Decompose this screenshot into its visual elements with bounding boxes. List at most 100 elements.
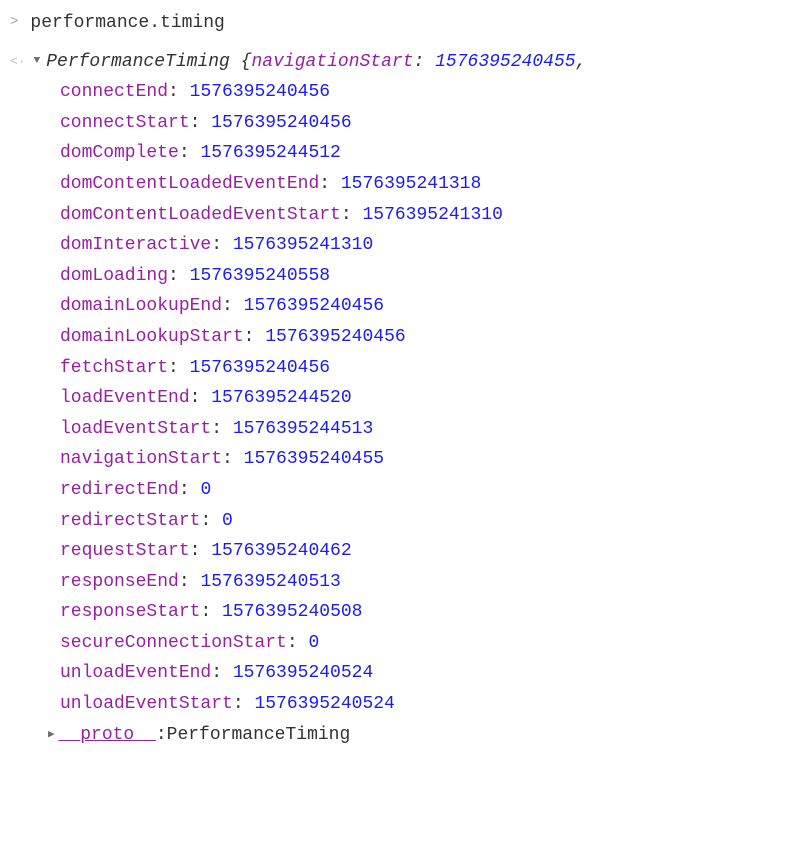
colon: : [222, 296, 244, 316]
property-key: domContentLoadedEventEnd [60, 174, 319, 194]
property-row[interactable]: domInteractive: 1576395241310 [60, 230, 798, 261]
colon: : [168, 266, 190, 286]
property-key: connectEnd [60, 82, 168, 102]
colon: : [168, 358, 190, 378]
property-row[interactable]: unloadEventEnd: 1576395240524 [60, 658, 798, 689]
property-value: 1576395244513 [233, 419, 373, 439]
property-value: 0 [308, 633, 319, 653]
colon: : [179, 143, 201, 163]
property-row[interactable]: unloadEventStart: 1576395240524 [60, 689, 798, 720]
property-key: unloadEventEnd [60, 663, 211, 683]
property-row[interactable]: domLoading: 1576395240558 [60, 261, 798, 292]
property-value: 0 [222, 511, 233, 531]
property-row[interactable]: domComplete: 1576395244512 [60, 138, 798, 169]
colon: : [200, 511, 222, 531]
property-row[interactable]: responseEnd: 1576395240513 [60, 567, 798, 598]
colon: : [190, 113, 212, 133]
proto-value: PerformanceTiming [167, 720, 351, 751]
property-key: loadEventEnd [60, 388, 190, 408]
proto-key: __proto__ [59, 720, 156, 751]
property-key: domInteractive [60, 235, 211, 255]
property-value: 1576395240558 [190, 266, 330, 286]
colon: : [190, 541, 212, 561]
property-value: 1576395240513 [200, 572, 340, 592]
colon: : [190, 388, 212, 408]
colon: : [319, 174, 341, 194]
property-value: 1576395240456 [190, 82, 330, 102]
property-row[interactable]: redirectStart: 0 [60, 506, 798, 537]
property-row[interactable]: redirectEnd: 0 [60, 475, 798, 506]
colon: : [211, 663, 233, 683]
property-key: navigationStart [60, 449, 222, 469]
property-key: domainLookupStart [60, 327, 244, 347]
property-value: 1576395240508 [222, 602, 362, 622]
property-key: connectStart [60, 113, 190, 133]
property-value: 0 [200, 480, 211, 500]
property-row[interactable]: domainLookupEnd: 1576395240456 [60, 291, 798, 322]
proto-expand-icon[interactable]: ▶ [48, 726, 55, 745]
property-value: 1576395240456 [190, 358, 330, 378]
colon: : [179, 480, 201, 500]
property-row[interactable]: navigationStart: 1576395240455 [60, 444, 798, 475]
colon: : [211, 235, 233, 255]
property-row[interactable]: loadEventEnd: 1576395244520 [60, 383, 798, 414]
property-value: 1576395240524 [254, 694, 394, 714]
preview-value: 1576395240455 [435, 52, 575, 72]
colon: : [341, 205, 363, 225]
property-key: responseStart [60, 602, 200, 622]
property-key: fetchStart [60, 358, 168, 378]
property-row[interactable]: domContentLoadedEventEnd: 1576395241318 [60, 169, 798, 200]
property-key: secureConnectionStart [60, 633, 287, 653]
preview-key: navigationStart [251, 52, 413, 72]
colon: : [287, 633, 309, 653]
property-value: 1576395241318 [341, 174, 481, 194]
brace-open: { [241, 52, 252, 72]
object-properties: connectEnd: 1576395240456connectStart: 1… [60, 77, 798, 719]
property-row[interactable]: responseStart: 1576395240508 [60, 597, 798, 628]
property-row[interactable]: connectEnd: 1576395240456 [60, 77, 798, 108]
property-key: redirectEnd [60, 480, 179, 500]
object-type-name: PerformanceTiming [46, 52, 230, 72]
colon: : [211, 419, 233, 439]
property-value: 1576395244520 [211, 388, 351, 408]
property-value: 1576395241310 [233, 235, 373, 255]
colon: : [179, 572, 201, 592]
colon: : [244, 327, 266, 347]
property-value: 1576395244512 [200, 143, 340, 163]
property-key: domComplete [60, 143, 179, 163]
output-return-icon: <· [10, 51, 26, 73]
object-header[interactable]: PerformanceTiming {navigationStart: 1576… [46, 47, 586, 78]
property-key: redirectStart [60, 511, 200, 531]
console-input-line: > performance.timing [10, 8, 798, 39]
property-value: 1576395240456 [265, 327, 405, 347]
expand-toggle-icon[interactable]: ▼ [34, 52, 41, 71]
colon: : [200, 602, 222, 622]
property-key: unloadEventStart [60, 694, 233, 714]
proto-row[interactable]: ▶ __proto__: PerformanceTiming [48, 720, 798, 751]
colon: : [233, 694, 255, 714]
colon: : [168, 82, 190, 102]
property-key: requestStart [60, 541, 190, 561]
property-value: 1576395240456 [211, 113, 351, 133]
property-value: 1576395240456 [244, 296, 384, 316]
property-key: domainLookupEnd [60, 296, 222, 316]
colon: : [222, 449, 244, 469]
property-value: 1576395240524 [233, 663, 373, 683]
property-row[interactable]: domainLookupStart: 1576395240456 [60, 322, 798, 353]
property-key: responseEnd [60, 572, 179, 592]
property-row[interactable]: loadEventStart: 1576395244513 [60, 414, 798, 445]
property-value: 1576395240462 [211, 541, 351, 561]
property-value: 1576395241310 [362, 205, 502, 225]
property-key: loadEventStart [60, 419, 211, 439]
property-key: domLoading [60, 266, 168, 286]
property-row[interactable]: fetchStart: 1576395240456 [60, 353, 798, 384]
property-row[interactable]: domContentLoadedEventStart: 157639524131… [60, 200, 798, 231]
console-output-line: <· ▼ PerformanceTiming {navigationStart:… [10, 47, 798, 78]
input-prompt-icon: > [10, 11, 18, 35]
property-row[interactable]: connectStart: 1576395240456 [60, 108, 798, 139]
property-key: domContentLoadedEventStart [60, 205, 341, 225]
property-row[interactable]: secureConnectionStart: 0 [60, 628, 798, 659]
property-row[interactable]: requestStart: 1576395240462 [60, 536, 798, 567]
property-value: 1576395240455 [244, 449, 384, 469]
console-input-text[interactable]: performance.timing [30, 8, 224, 39]
